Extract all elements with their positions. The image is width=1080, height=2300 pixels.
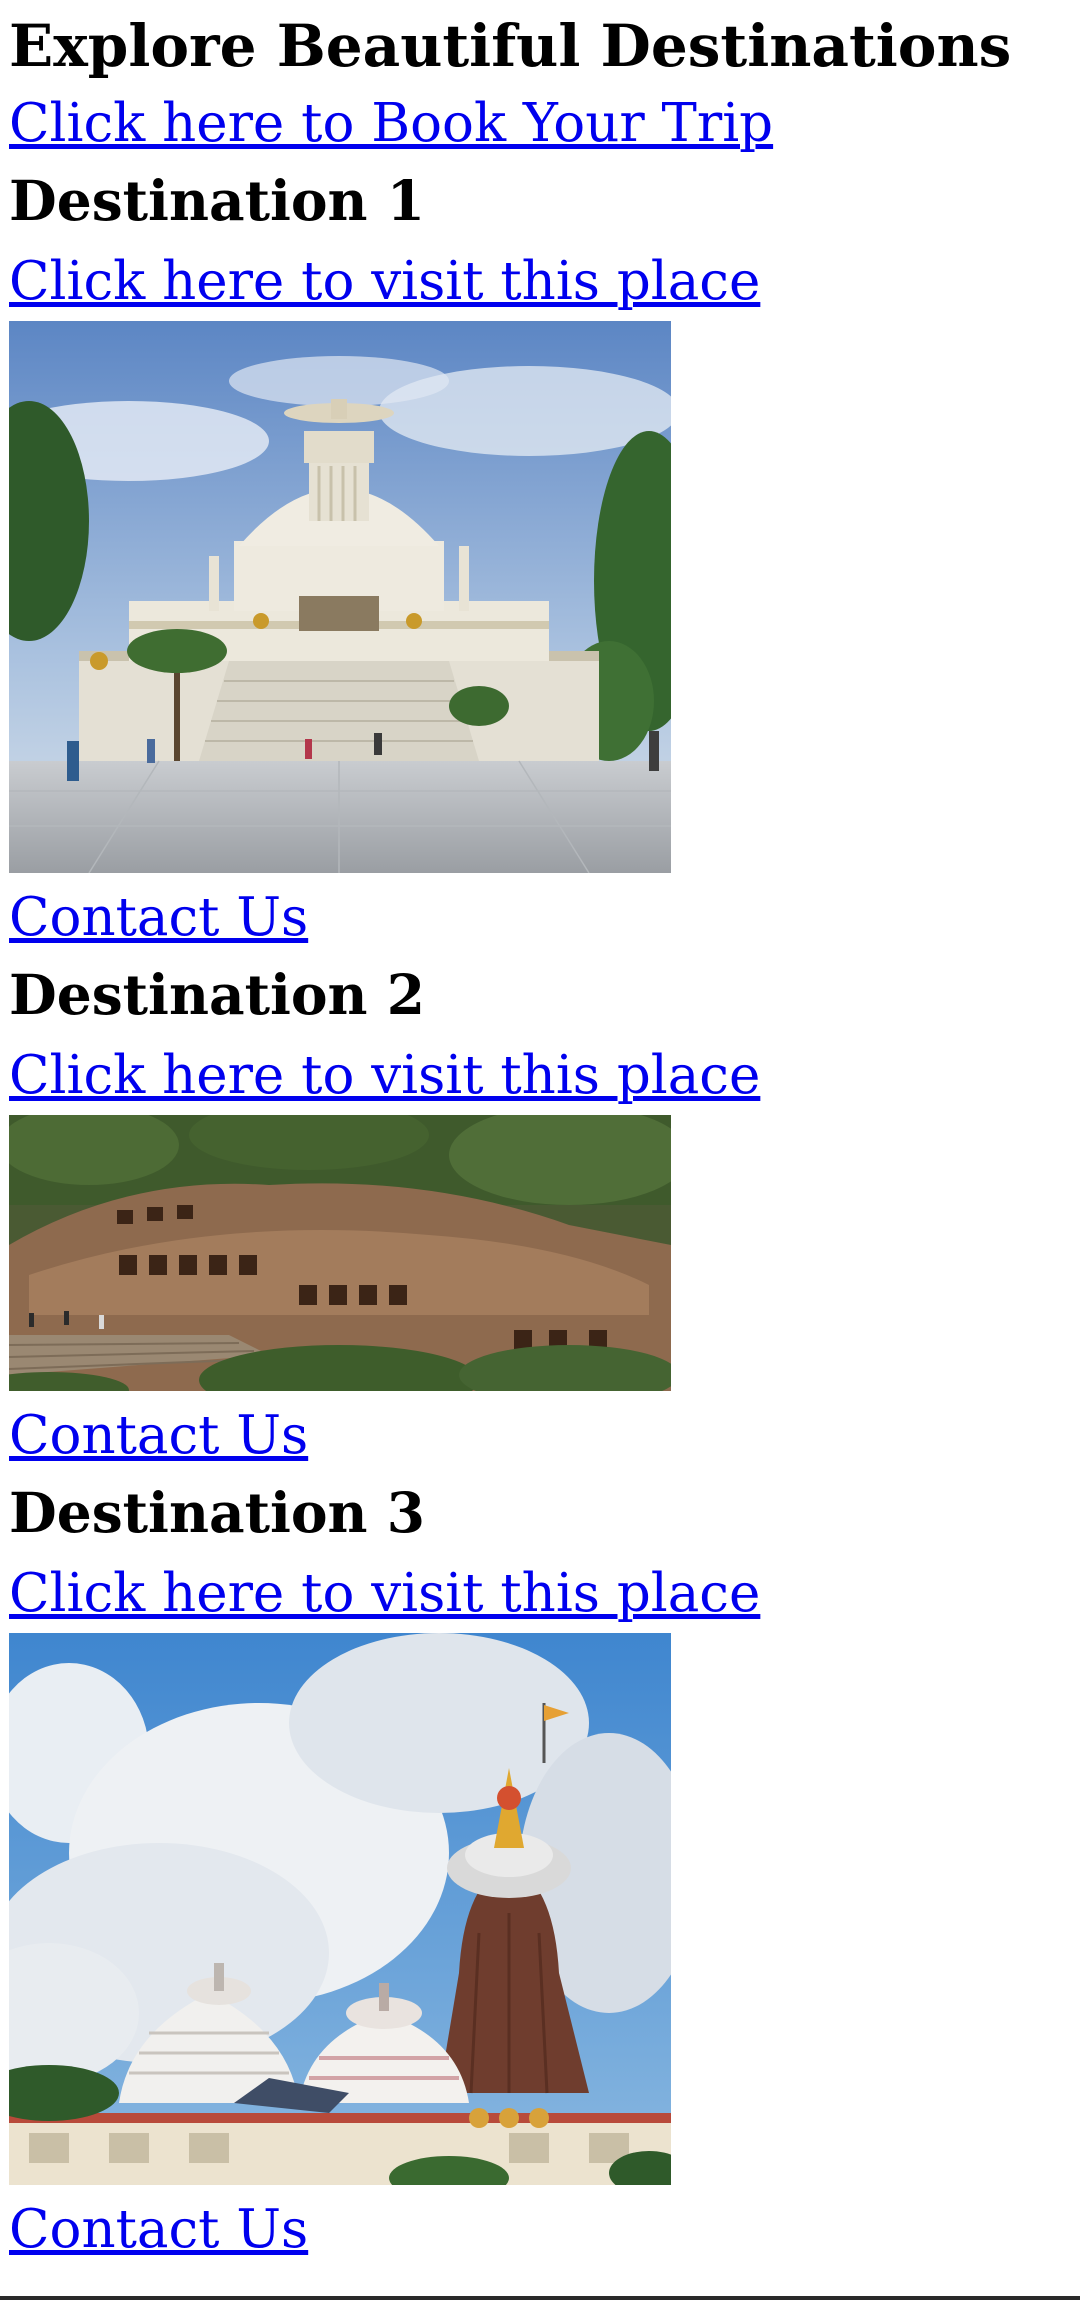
visit-place-link[interactable]: Click here to visit this place <box>9 1037 1071 1115</box>
visit-place-link[interactable]: Click here to visit this place <box>9 243 1071 321</box>
destination-photo <box>9 1115 671 1391</box>
contact-us-link[interactable]: Contact Us <box>9 1397 1071 1475</box>
visit-place-link[interactable]: Click here to visit this place <box>9 1555 1071 1633</box>
page-title: Explore Beautiful Destinations <box>9 12 1012 80</box>
destination-card-2: Destination 2 Click here to visit this p… <box>9 959 1071 1475</box>
contact-us-link[interactable]: Contact Us <box>9 879 1071 957</box>
destination-card-3: Destination 3 Click here to visit this p… <box>9 1477 1071 2269</box>
destination-photo <box>9 1633 671 2185</box>
book-trip-link[interactable]: Click here to Book Your Trip <box>9 85 1071 163</box>
destination-title: Destination 2 <box>9 962 425 1027</box>
destination-photo <box>9 321 671 873</box>
destination-title: Destination 1 <box>9 168 425 233</box>
destination-title: Destination 3 <box>9 1480 425 1545</box>
bottom-bar <box>0 2296 1080 2300</box>
contact-us-link[interactable]: Contact Us <box>9 2191 1071 2269</box>
page-content: Explore Beautiful Destinations Click her… <box>0 0 1080 2269</box>
destination-card-1: Destination 1 Click here to visit this p… <box>9 165 1071 957</box>
